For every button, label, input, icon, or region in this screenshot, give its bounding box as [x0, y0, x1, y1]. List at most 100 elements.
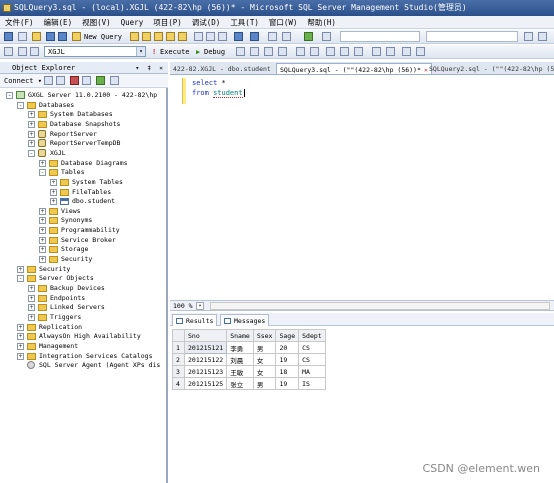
- expand-icon[interactable]: +: [17, 323, 24, 331]
- menu-debug[interactable]: 调试(D): [187, 16, 226, 29]
- tab-sqlquery3[interactable]: SQLQuery3.sql - (""(422-82\hp (56))* ×: [276, 63, 432, 74]
- menu-help[interactable]: 帮助(H): [302, 16, 341, 29]
- mdx-query-icon[interactable]: [154, 32, 163, 41]
- connect-plug-icon[interactable]: [44, 76, 53, 85]
- database-select[interactable]: XGJL ▾: [44, 46, 146, 57]
- table-cell[interactable]: MA: [298, 365, 326, 378]
- disconnect-plug-icon[interactable]: [56, 76, 65, 85]
- cut-icon[interactable]: [194, 32, 203, 41]
- menu-query[interactable]: Query: [116, 16, 149, 29]
- expand-icon[interactable]: +: [39, 236, 46, 244]
- save-icon[interactable]: [46, 32, 55, 41]
- query-designer-icon[interactable]: [278, 47, 287, 56]
- xmla-query-icon[interactable]: [178, 32, 187, 41]
- collapse-icon[interactable]: -: [39, 169, 46, 177]
- new-query-icon[interactable]: [72, 32, 81, 41]
- refresh-icon[interactable]: [96, 76, 105, 85]
- query-editor[interactable]: select * from student: [170, 76, 554, 300]
- comment-icon[interactable]: [372, 47, 381, 56]
- expand-icon[interactable]: +: [39, 256, 46, 264]
- expand-icon[interactable]: +: [39, 207, 46, 215]
- column-header[interactable]: Sage: [275, 329, 300, 342]
- expand-icon[interactable]: +: [17, 342, 24, 350]
- expand-icon[interactable]: +: [39, 217, 46, 225]
- redo-icon[interactable]: [250, 32, 259, 41]
- table-cell[interactable]: 201215121: [183, 341, 228, 354]
- collapse-icon[interactable]: -: [28, 149, 35, 157]
- dmx-query-icon[interactable]: [166, 32, 175, 41]
- horizontal-scrollbar[interactable]: [210, 302, 550, 310]
- properties-icon[interactable]: [538, 32, 547, 41]
- pin-controls[interactable]: ▾ ‡ ×: [135, 62, 165, 74]
- table-cell[interactable]: IS: [298, 377, 326, 390]
- collapse-icon[interactable]: -: [6, 92, 13, 99]
- disconnect-icon[interactable]: [30, 47, 39, 56]
- table-cell[interactable]: CS: [298, 353, 326, 366]
- menu-project[interactable]: 项目(P): [148, 16, 187, 29]
- menu-tools[interactable]: 工具(T): [225, 16, 264, 29]
- row-number[interactable]: 4: [172, 377, 185, 390]
- search-combo[interactable]: [426, 31, 518, 42]
- activity-monitor-icon[interactable]: [110, 76, 119, 85]
- analysis-query-icon[interactable]: [142, 32, 151, 41]
- results-to-text-icon[interactable]: [326, 47, 335, 56]
- menu-view[interactable]: 视图(V): [77, 16, 116, 29]
- expand-icon[interactable]: +: [28, 294, 35, 302]
- table-cell[interactable]: 女: [252, 365, 277, 378]
- add-item-icon[interactable]: [18, 32, 27, 41]
- execute-button[interactable]: Execute: [160, 45, 190, 59]
- save-all-icon[interactable]: [58, 32, 67, 41]
- collapse-icon[interactable]: -: [17, 275, 24, 283]
- decrease-indent-icon[interactable]: [402, 47, 411, 56]
- copy-icon[interactable]: [206, 32, 215, 41]
- row-number[interactable]: 2: [172, 353, 185, 366]
- table-cell[interactable]: CS: [298, 341, 326, 354]
- client-stats-icon[interactable]: [310, 47, 319, 56]
- debug-button[interactable]: Debug: [204, 45, 225, 59]
- expand-icon[interactable]: +: [17, 352, 24, 360]
- db-engine-query-icon[interactable]: [130, 32, 139, 41]
- expand-icon[interactable]: +: [50, 178, 57, 186]
- table-cell[interactable]: 李勇: [226, 341, 254, 354]
- solution-explorer-icon[interactable]: [524, 32, 533, 41]
- expand-icon[interactable]: +: [28, 285, 35, 292]
- table-cell[interactable]: 男: [252, 341, 277, 354]
- table-cell[interactable]: 刘晨: [226, 353, 254, 366]
- tab-results[interactable]: Results: [172, 314, 218, 326]
- solution-config-combo[interactable]: [340, 31, 420, 42]
- increase-indent-icon[interactable]: [416, 47, 425, 56]
- table-cell[interactable]: 19: [275, 377, 300, 390]
- zoom-level[interactable]: 100 %: [173, 301, 193, 311]
- row-number[interactable]: 3: [172, 365, 185, 378]
- stop-icon[interactable]: [70, 76, 79, 85]
- table-cell[interactable]: 女: [252, 353, 277, 366]
- expand-icon[interactable]: +: [50, 188, 57, 196]
- menu-edit[interactable]: 编辑(E): [39, 16, 78, 29]
- paste-icon[interactable]: [218, 32, 227, 41]
- expand-icon[interactable]: +: [28, 140, 35, 148]
- expand-icon[interactable]: +: [39, 227, 46, 235]
- table-cell[interactable]: 201215125: [183, 377, 228, 390]
- table-cell[interactable]: 19: [275, 353, 300, 366]
- menu-file[interactable]: 文件(F): [0, 16, 39, 29]
- tab-messages[interactable]: Messages: [220, 314, 270, 326]
- new-project-icon[interactable]: [4, 32, 13, 41]
- expand-icon[interactable]: +: [28, 120, 35, 128]
- connect-icon[interactable]: [4, 47, 13, 56]
- column-header[interactable]: Sname: [226, 329, 254, 342]
- collapse-icon[interactable]: -: [17, 101, 24, 109]
- tab-sqlquery2[interactable]: SQLQuery2.sql - (""(422-82\hp (55): [426, 63, 554, 74]
- expand-icon[interactable]: +: [28, 313, 35, 321]
- table-cell[interactable]: 18: [275, 365, 300, 378]
- expand-icon[interactable]: +: [28, 130, 35, 138]
- menu-window[interactable]: 窗口(W): [264, 16, 303, 29]
- navigate-back-icon[interactable]: [268, 32, 277, 41]
- expand-icon[interactable]: +: [17, 333, 24, 341]
- table-cell[interactable]: 201215122: [183, 353, 228, 366]
- tab-dbo-student[interactable]: 422-82.XGJL - dbo.student: [170, 63, 274, 74]
- filter-icon[interactable]: [82, 76, 91, 85]
- new-query-button[interactable]: New Query: [84, 30, 122, 44]
- results-to-grid-icon[interactable]: [340, 47, 349, 56]
- table-cell[interactable]: 男: [252, 377, 277, 390]
- table-cell[interactable]: 王敏: [226, 365, 254, 378]
